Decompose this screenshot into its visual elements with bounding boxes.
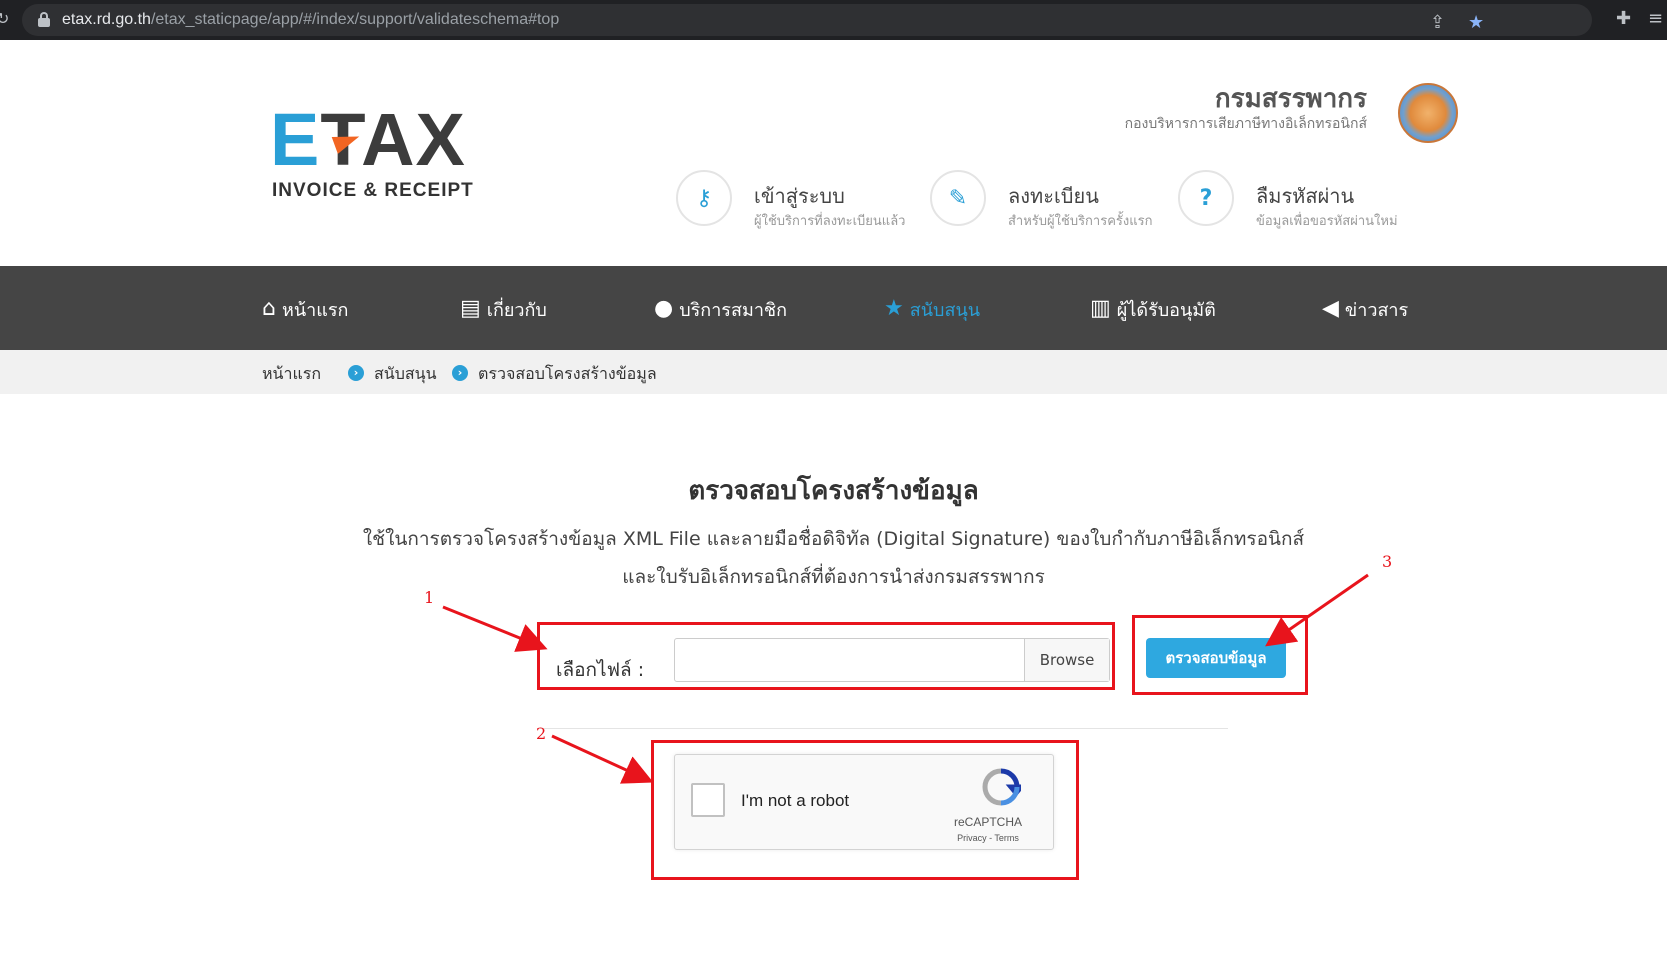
user-icon: ●: [654, 296, 674, 321]
login-subtitle: ผู้ใช้บริการที่ลงทะเบียนแล้ว: [754, 214, 906, 229]
description-line-1: ใช้ในการตรวจโครงสร้างข้อมูล XML File และ…: [362, 528, 1305, 550]
arrow-to-recaptcha: [551, 734, 654, 784]
annotation-number-2: 2: [536, 724, 547, 743]
book-icon: ▥: [1090, 296, 1111, 321]
address-bar[interactable]: etax.rd.go.th/etax_staticpage/app/#/inde…: [22, 4, 1592, 36]
extensions-puzzle-icon[interactable]: ✚: [1616, 8, 1631, 30]
annotation-box-recaptcha: [651, 740, 1079, 880]
url-text: etax.rd.go.th/etax_staticpage/app/#/inde…: [62, 11, 560, 28]
nav-item-home[interactable]: ⌂ หน้าแรก: [262, 294, 348, 324]
register-title: ลงทะเบียน: [1008, 184, 1099, 208]
megaphone-icon: ◀: [1322, 296, 1339, 321]
forgot-password-subtitle: ข้อมูลเพื่อขอรหัสผ่านใหม่: [1256, 214, 1398, 229]
star-icon: ★: [884, 296, 904, 321]
nav-item-support[interactable]: ★ สนับสนุน: [884, 294, 980, 324]
breadcrumb: หน้าแรก › สนับสนุน › ตรวจสอบโครงสร้างข้อ…: [0, 350, 1667, 394]
key-icon: ⚷: [676, 170, 732, 226]
org-name: กรมสรรพากร: [1214, 84, 1367, 114]
chevron-right-icon: ›: [348, 365, 364, 381]
revenue-department-seal-icon: [1398, 83, 1458, 143]
login-title: เข้าสู่ระบบ: [754, 184, 845, 208]
nav-item-approved[interactable]: ▥ ผู้ได้รับอนุมัติ: [1090, 294, 1216, 324]
nav-item-about[interactable]: ▤ เกี่ยวกับ: [460, 294, 547, 324]
nav-item-news[interactable]: ◀ ข่าวสาร: [1322, 294, 1408, 324]
logo-tagline: INVOICE & RECEIPT: [272, 180, 474, 201]
nav-item-member-services[interactable]: ● บริการสมาชิก: [654, 294, 787, 324]
home-icon: ⌂: [262, 296, 276, 321]
breadcrumb-support[interactable]: สนับสนุน: [374, 362, 437, 387]
breadcrumb-current: ตรวจสอบโครงสร้างข้อมูล: [478, 364, 657, 383]
register-subtitle: สำหรับผู้ใช้บริการครั้งแรก: [1008, 214, 1153, 229]
main-nav: ⌂ หน้าแรก ▤ เกี่ยวกับ ● บริการสมาชิก ★ ส…: [0, 266, 1667, 350]
reload-icon[interactable]: ↻: [0, 9, 9, 28]
etax-logo[interactable]: ETAX INVOICE & RECEIPT: [270, 100, 530, 210]
bookmark-star-icon[interactable]: ★: [1468, 12, 1484, 34]
logo-wordmark: ETAX: [270, 98, 466, 181]
annotation-number-3: 3: [1382, 552, 1393, 571]
question-icon: ?: [1178, 170, 1234, 226]
browser-toolbar: ↻ etax.rd.go.th/etax_staticpage/app/#/in…: [0, 0, 1667, 40]
edit-icon: ✎: [930, 170, 986, 226]
annotation-number-1: 1: [424, 588, 435, 607]
description-line-2: และใบรับอิเล็กทรอนิกส์ที่ต้องการนำส่งกรม…: [622, 566, 1045, 588]
lock-icon[interactable]: [38, 12, 50, 27]
org-subtitle: กองบริหารการเสียภาษีทางอิเล็กทรอนิกส์: [1124, 116, 1367, 132]
annotation-box-file: [537, 622, 1115, 690]
arrow-to-file: [442, 605, 548, 652]
breadcrumb-home[interactable]: หน้าแรก: [262, 362, 321, 387]
forgot-password-title: ลืมรหัสผ่าน: [1256, 184, 1355, 208]
menu-icon[interactable]: ≡: [1648, 8, 1663, 30]
org-header: กรมสรรพากร กองบริหารการเสียภาษีทางอิเล็ก…: [1125, 84, 1367, 134]
document-icon: ▤: [460, 296, 481, 321]
annotation-box-button: [1132, 615, 1308, 695]
share-icon[interactable]: ⇪: [1430, 12, 1445, 34]
divider: [540, 728, 1228, 729]
chevron-right-icon: ›: [452, 365, 468, 381]
page-title: ตรวจสอบโครงสร้างข้อมูล: [688, 476, 979, 506]
